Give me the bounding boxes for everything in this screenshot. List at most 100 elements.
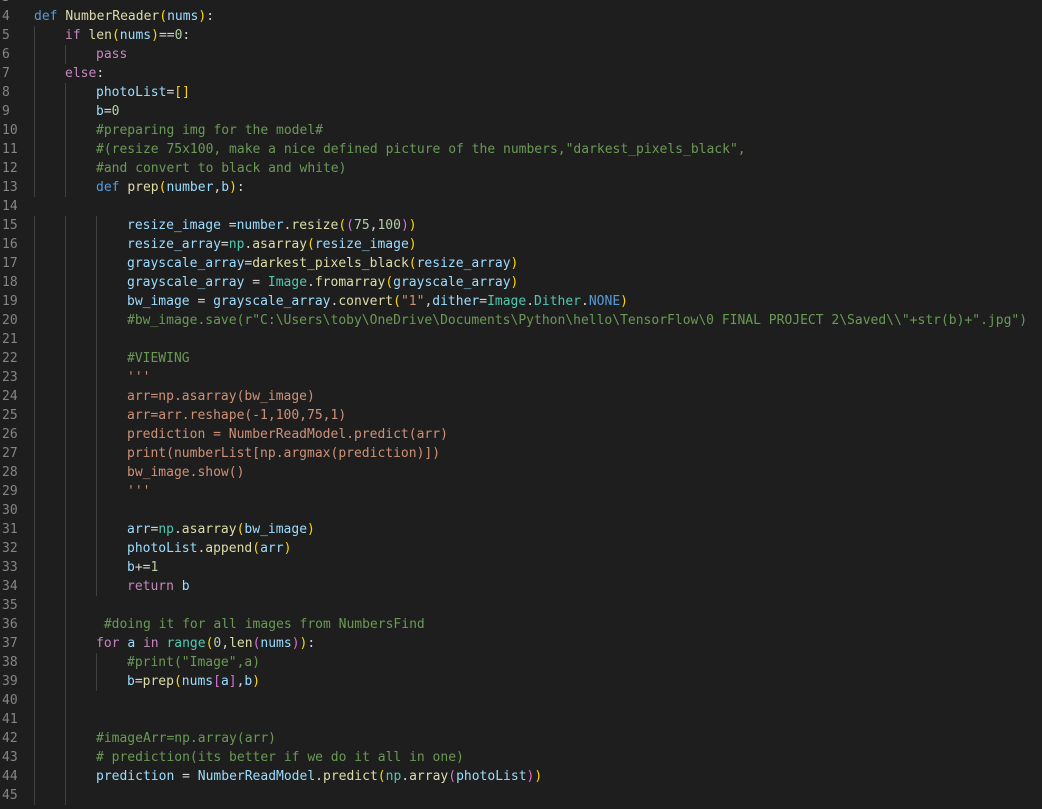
- code-token: grayscale_array: [127, 275, 245, 290]
- line-number: 25: [2, 408, 18, 423]
- line-number: 13: [2, 180, 18, 195]
- code-token: ): [291, 636, 300, 651]
- line-number: 31: [2, 522, 18, 537]
- code-line[interactable]: 8 photoList=[]: [0, 83, 1042, 102]
- code-line[interactable]: 18 grayscale_array = Image.fromarray(gray…: [0, 273, 1042, 292]
- indent-guide: [34, 710, 35, 729]
- code-text: prediction = NumberReadModel.predict(np.…: [96, 767, 542, 786]
- line-number: 43: [2, 750, 18, 765]
- line-number: 11: [2, 142, 18, 157]
- code-line[interactable]: 3: [0, 0, 1042, 7]
- code-token: "1": [400, 294, 425, 309]
- code-line[interactable]: 26 prediction = NumberReadModel.predict(a…: [0, 425, 1042, 444]
- code-line[interactable]: 15 resize_image =number.resize((75,100)): [0, 216, 1042, 235]
- code-line[interactable]: 41: [0, 710, 1042, 729]
- code-line[interactable]: 16 resize_array=np.asarray(resize_image): [0, 235, 1042, 254]
- code-token: nums: [181, 674, 214, 689]
- line-number: 14: [2, 199, 18, 214]
- code-line[interactable]: 21: [0, 330, 1042, 349]
- code-line[interactable]: 24 arr=np.asarray(bw_image): [0, 387, 1042, 406]
- code-token: .: [401, 769, 410, 784]
- indent-guide: [34, 558, 35, 577]
- indent-guide: [65, 178, 66, 197]
- code-text: b+=1: [127, 558, 158, 577]
- code-token: NumberReadModel: [197, 769, 316, 784]
- indent-guide: [65, 102, 66, 121]
- code-token: (: [307, 237, 315, 252]
- code-line[interactable]: 4 def NumberReader(nums):: [0, 7, 1042, 26]
- indent-guide: [96, 444, 97, 463]
- code-line[interactable]: 35: [0, 596, 1042, 615]
- code-line[interactable]: 33 b+=1: [0, 558, 1042, 577]
- code-line[interactable]: 17 grayscale_array=darkest_pixels_black(r…: [0, 254, 1042, 273]
- code-line[interactable]: 20 #bw_image.save(r"C:\Users\toby\OneDriv…: [0, 311, 1042, 330]
- code-line[interactable]: 39 b=prep(nums[a],b): [0, 672, 1042, 691]
- code-line[interactable]: 44 prediction = NumberReadModel.predict(n…: [0, 767, 1042, 786]
- code-line[interactable]: 31 arr=np.asarray(bw_image): [0, 520, 1042, 539]
- indent-guide: [34, 64, 35, 83]
- code-line[interactable]: 7 else:: [0, 64, 1042, 83]
- indent-guide: [96, 539, 97, 558]
- code-line[interactable]: 38 #print("Image",a): [0, 653, 1042, 672]
- code-line[interactable]: 23 ''': [0, 368, 1042, 387]
- code-line[interactable]: 10 #preparing img for the model#: [0, 121, 1042, 140]
- code-line[interactable]: 25 arr=arr.reshape(-1,100,75,1): [0, 406, 1042, 425]
- code-line[interactable]: 32 photoList.append(arr): [0, 539, 1042, 558]
- code-line[interactable]: 27 print(numberList[np.argmax(prediction)…: [0, 444, 1042, 463]
- code-text: prediction = NumberReadModel.predict(arr…: [127, 425, 448, 444]
- code-line[interactable]: 28 bw_image.show(): [0, 463, 1042, 482]
- code-token: #VIEWING: [127, 351, 190, 366]
- code-token: :: [182, 28, 191, 43]
- code-token: ): [229, 180, 237, 195]
- line-number: 27: [2, 446, 18, 461]
- code-line[interactable]: 19 bw_image = grayscale_array. convert("1"…: [0, 292, 1042, 311]
- code-token: ): [400, 218, 409, 233]
- code-token: ): [534, 769, 543, 784]
- code-line[interactable]: 29 ''': [0, 482, 1042, 501]
- line-number: 4: [2, 9, 10, 24]
- code-line[interactable]: 13 def prep(number,b):: [0, 178, 1042, 197]
- code-line[interactable]: 22 #VIEWING: [0, 349, 1042, 368]
- code-line[interactable]: 40: [0, 691, 1042, 710]
- code-token: []: [174, 85, 190, 100]
- code-token: ''': [127, 370, 151, 385]
- code-line[interactable]: 45: [0, 786, 1042, 805]
- code-token: photoList: [456, 769, 527, 784]
- code-text: #print("Image",a): [127, 653, 260, 672]
- code-text: ''': [127, 368, 150, 387]
- code-line[interactable]: 42 #imageArr=np.array(arr): [0, 729, 1042, 748]
- line-number: 30: [2, 503, 18, 518]
- code-text: pass: [96, 45, 127, 64]
- code-token: # prediction(its better if we do it all …: [96, 750, 464, 765]
- indent-guide: [96, 577, 97, 596]
- code-token: 0: [111, 104, 120, 119]
- code-line[interactable]: 5 if len(nums)==0:: [0, 26, 1042, 45]
- code-token: .: [581, 294, 589, 309]
- code-line[interactable]: 6 pass: [0, 45, 1042, 64]
- code-line[interactable]: 9 b=0: [0, 102, 1042, 121]
- line-number: 9: [2, 104, 10, 119]
- code-line[interactable]: 43 # prediction(its better if we do it al…: [0, 748, 1042, 767]
- indent-guide: [65, 748, 66, 767]
- code-token: grayscale_array: [393, 275, 511, 290]
- code-token: Dither: [534, 294, 582, 309]
- code-line[interactable]: 12 #and convert to black and white): [0, 159, 1042, 178]
- indent-guide: [34, 273, 35, 292]
- code-line[interactable]: 14: [0, 197, 1042, 216]
- indent-guide: [96, 672, 97, 691]
- indent-guide: [65, 216, 66, 235]
- indent-guide: [65, 444, 66, 463]
- code-line[interactable]: 37 for a in range(0,len(nums)):: [0, 634, 1042, 653]
- indent-guide: [34, 311, 35, 330]
- code-line[interactable]: 36 #doing it for all images from Numbers…: [0, 615, 1042, 634]
- code-editor[interactable]: 34def NumberReader(nums):5if len(nums)==…: [0, 0, 1042, 809]
- code-text: grayscale_array = Image.fromarray(graysc…: [127, 273, 518, 292]
- code-token: NONE: [588, 294, 621, 309]
- code-token: #and convert to black and white): [96, 161, 347, 176]
- code-token: #imageArr=np.array(arr): [96, 731, 277, 746]
- code-token: =: [103, 104, 112, 119]
- code-line[interactable]: 34 return b: [0, 577, 1042, 596]
- code-token: prep: [127, 180, 159, 195]
- code-line[interactable]: 11 #(resize 75x100, make a nice defined p…: [0, 140, 1042, 159]
- code-line[interactable]: 30: [0, 501, 1042, 520]
